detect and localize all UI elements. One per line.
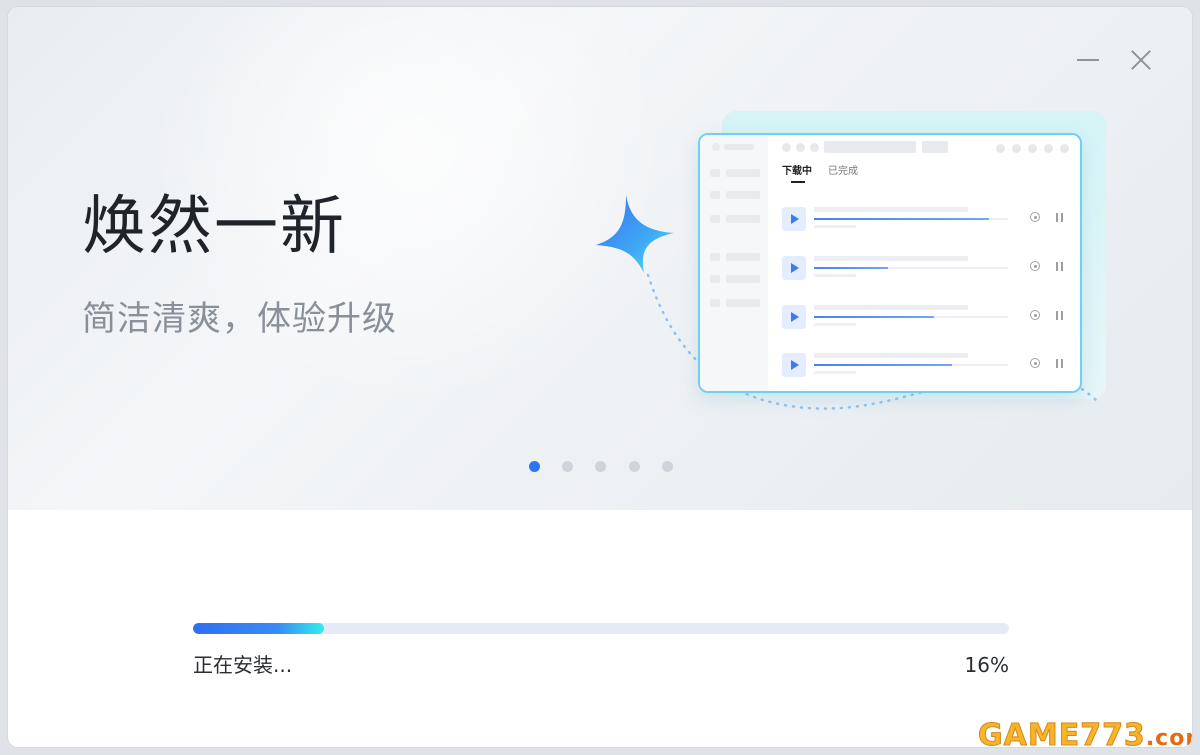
play-icon	[782, 353, 806, 377]
site-watermark: GAME773.com	[978, 718, 1192, 747]
play-icon	[782, 207, 806, 231]
preview-tab-downloading: 下载中	[782, 166, 812, 177]
close-icon[interactable]	[1126, 45, 1156, 75]
install-status-text: 正在安装...	[193, 653, 293, 677]
installer-window: 焕然一新 简洁清爽，体验升级 下载中 已完成 正在安装... 16% GAME7…	[8, 7, 1192, 747]
preview-download-item	[782, 256, 1072, 286]
install-progress-bar	[193, 623, 1009, 634]
open-folder-icon	[1030, 358, 1040, 368]
install-progress-fill	[193, 623, 324, 634]
pause-icon	[1056, 311, 1064, 320]
preview-tab-completed: 已完成	[828, 166, 858, 177]
install-percent-text: 16%	[964, 653, 1009, 677]
preview-sidebar	[700, 135, 768, 391]
preview-item-progress	[814, 316, 935, 318]
open-folder-icon	[1030, 261, 1040, 271]
preview-download-item	[782, 305, 1072, 335]
play-icon	[782, 256, 806, 280]
app-preview-illustration: 下载中 已完成	[698, 133, 1082, 393]
pager-dot[interactable]	[629, 461, 640, 472]
preview-download-item	[782, 207, 1072, 237]
hero-banner: 焕然一新 简洁清爽，体验升级 下载中 已完成	[8, 7, 1192, 510]
hero-subtitle: 简洁清爽，体验升级	[82, 299, 397, 339]
pause-icon	[1056, 213, 1064, 222]
pager-dot[interactable]	[529, 461, 540, 472]
watermark-tld: .com	[1145, 726, 1192, 747]
preview-item-progress	[814, 267, 888, 269]
preview-item-progress	[814, 218, 989, 220]
play-icon	[782, 305, 806, 329]
minimize-icon[interactable]	[1074, 45, 1104, 75]
pager-dot[interactable]	[595, 461, 606, 472]
watermark-text: GAME773	[978, 718, 1146, 747]
hero-title: 焕然一新	[82, 190, 346, 264]
preview-item-progress	[814, 364, 952, 366]
preview-download-item	[782, 353, 1072, 383]
pause-icon	[1056, 262, 1064, 271]
pager-dot[interactable]	[662, 461, 673, 472]
preview-tab-indicator	[791, 181, 805, 183]
open-folder-icon	[1030, 212, 1040, 222]
sparkle-star-icon	[596, 195, 674, 273]
pager-dot[interactable]	[562, 461, 573, 472]
open-folder-icon	[1030, 310, 1040, 320]
pause-icon	[1056, 359, 1064, 368]
